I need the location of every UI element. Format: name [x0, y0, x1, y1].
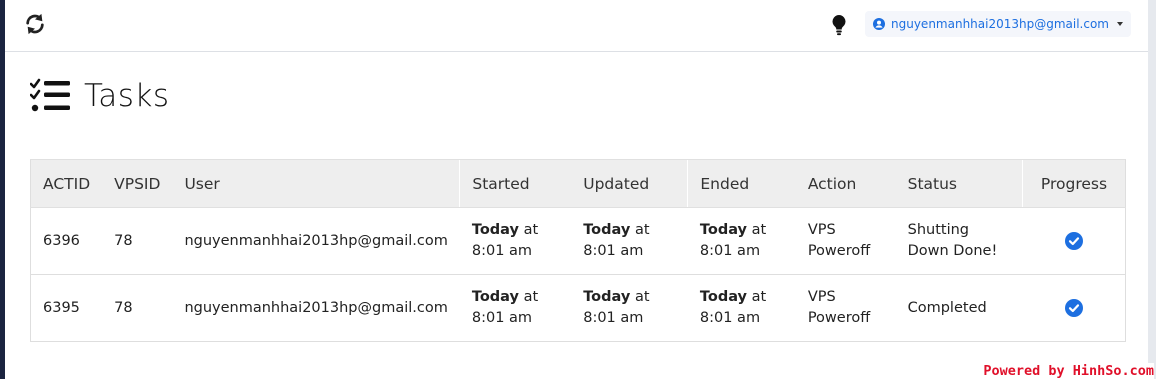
refresh-icon[interactable]: [24, 13, 46, 35]
table-row: 6395 78 nguyenmanhhai2013hp@gmail.com To…: [30, 274, 1126, 342]
chevron-down-icon: [1117, 22, 1123, 26]
tasks-table: ACTID VPSID User Started Updated Ended A…: [30, 159, 1126, 342]
cell-vpsid: 78: [102, 207, 173, 275]
cell-user: nguyenmanhhai2013hp@gmail.com: [172, 207, 460, 275]
cell-ended: Today at 8:01 am: [687, 207, 796, 275]
cell-actid: 6395: [30, 274, 103, 342]
updated-day: Today: [583, 222, 631, 238]
user-circle-icon: [873, 18, 885, 30]
cell-started: Today at 8:01 am: [459, 207, 572, 275]
table-header-row: ACTID VPSID User Started Updated Ended A…: [30, 159, 1126, 208]
cell-user: nguyenmanhhai2013hp@gmail.com: [172, 274, 460, 342]
ended-day: Today: [699, 289, 747, 305]
page-title: Tasks: [84, 78, 170, 114]
watermark: Powered by HinhSo.com: [983, 363, 1154, 379]
scrollbar-track[interactable]: [1148, 0, 1156, 379]
check-circle-icon: [1064, 232, 1083, 250]
updated-day: Today: [583, 289, 631, 305]
cell-updated: Today at 8:01 am: [571, 274, 688, 342]
cell-updated: Today at 8:01 am: [571, 207, 688, 275]
user-email: nguyenmanhhai2013hp@gmail.com: [891, 17, 1109, 31]
cell-action: VPS Poweroff: [795, 207, 896, 275]
cell-status: Shutting Down Done!: [895, 207, 1023, 275]
cell-action: VPS Poweroff: [795, 274, 896, 342]
column-header-actid[interactable]: ACTID: [30, 159, 103, 208]
column-header-progress[interactable]: Progress: [1022, 159, 1126, 208]
cell-progress: [1022, 274, 1126, 342]
ended-day: Today: [699, 222, 747, 238]
column-header-ended[interactable]: Ended: [687, 159, 796, 208]
check-circle-icon: [1064, 299, 1083, 317]
cell-actid: 6396: [30, 207, 103, 275]
column-header-updated[interactable]: Updated: [571, 159, 688, 208]
page-header: Tasks: [30, 78, 170, 114]
cell-status: Completed: [895, 274, 1023, 342]
column-header-action[interactable]: Action: [795, 159, 896, 208]
column-header-status[interactable]: Status: [895, 159, 1023, 208]
cell-started: Today at 8:01 am: [459, 274, 572, 342]
table-row: 6396 78 nguyenmanhhai2013hp@gmail.com To…: [30, 207, 1126, 275]
tasks-list-icon: [30, 78, 70, 112]
column-header-vpsid[interactable]: VPSID: [102, 159, 173, 208]
started-day: Today: [471, 289, 519, 305]
cell-vpsid: 78: [102, 274, 173, 342]
column-header-started[interactable]: Started: [459, 159, 572, 208]
started-day: Today: [471, 222, 519, 238]
top-navbar: nguyenmanhhai2013hp@gmail.com: [5, 0, 1148, 52]
column-header-user[interactable]: User: [172, 159, 460, 208]
user-menu-dropdown[interactable]: nguyenmanhhai2013hp@gmail.com: [865, 11, 1131, 37]
sidebar-edge: [0, 0, 5, 379]
cell-progress: [1022, 207, 1126, 275]
cell-ended: Today at 8:01 am: [687, 274, 796, 342]
lightbulb-icon[interactable]: [831, 14, 847, 36]
